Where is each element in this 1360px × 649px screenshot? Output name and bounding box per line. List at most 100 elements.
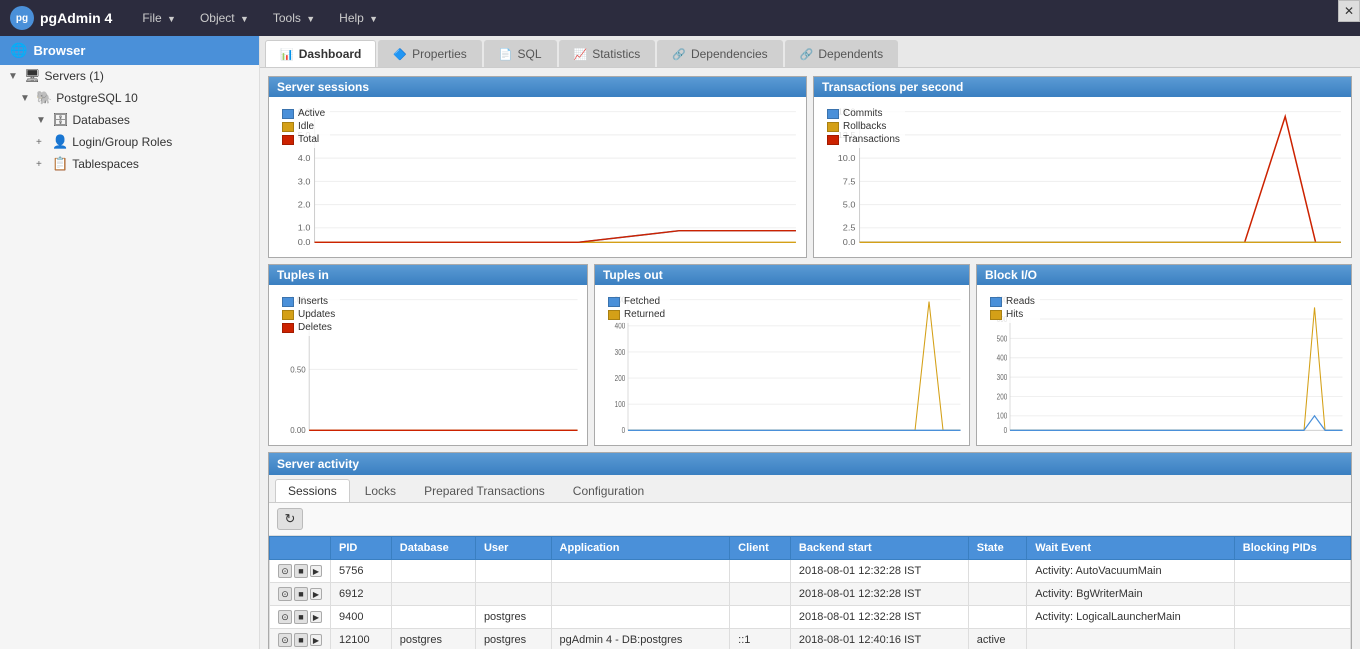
row-stop-btn[interactable]: ■ — [294, 587, 308, 601]
prepared-transactions-tab[interactable]: Prepared Transactions — [411, 479, 558, 502]
cell-blocking-pids — [1234, 560, 1350, 583]
cell-wait-event: Activity: LogicalLauncherMain — [1027, 606, 1235, 629]
file-menu[interactable]: File ▼ — [132, 7, 186, 29]
dependents-tab-label: Dependents — [818, 47, 883, 61]
object-menu[interactable]: Object ▼ — [190, 7, 259, 29]
cell-wait-event — [1027, 629, 1235, 649]
main-layout: 🌐 Browser ▼ 🖥 Servers (1) ▼ 🐘 PostgreSQL… — [0, 36, 1360, 649]
cell-client: ::1 — [730, 629, 791, 649]
dashboard-content: Server sessions Active Idle — [260, 68, 1360, 649]
row-stop-btn[interactable]: ■ — [294, 633, 308, 647]
svg-text:200: 200 — [997, 391, 1008, 401]
col-user[interactable]: User — [475, 537, 551, 560]
configuration-tab[interactable]: Configuration — [560, 479, 657, 502]
tab-dependencies[interactable]: 🔗 Dependencies — [657, 40, 782, 67]
legend-active: Active — [282, 108, 325, 119]
content-area: 📊 Dashboard 🔷 Properties 📄 SQL 📈 Statist… — [260, 36, 1360, 649]
row-expand-btn[interactable]: ▶ — [310, 588, 322, 600]
row-action-btn[interactable]: ⊙ — [278, 564, 292, 578]
row-stop-btn[interactable]: ■ — [294, 564, 308, 578]
refresh-button[interactable]: ↻ — [277, 508, 303, 530]
col-wait-event[interactable]: Wait Event — [1027, 537, 1235, 560]
cell-database — [391, 606, 475, 629]
col-application[interactable]: Application — [551, 537, 730, 560]
cell-state — [968, 560, 1026, 583]
sessions-tab[interactable]: Sessions — [275, 479, 350, 502]
col-state[interactable]: State — [968, 537, 1026, 560]
pg-label: PostgreSQL 10 — [56, 91, 138, 105]
app-icon: pg — [10, 6, 34, 30]
roles-icon: 👤 — [52, 134, 68, 150]
commits-label: Commits — [843, 108, 882, 119]
cell-pid: 12100 — [331, 629, 392, 649]
active-label: Active — [298, 108, 325, 119]
idle-color — [282, 122, 294, 132]
col-backend-start[interactable]: Backend start — [790, 537, 968, 560]
transactions-color — [827, 135, 839, 145]
app-logo: pg pgAdmin 4 — [10, 6, 112, 30]
row-action-btn[interactable]: ⊙ — [278, 633, 292, 647]
cell-user: postgres — [475, 629, 551, 649]
col-client[interactable]: Client — [730, 537, 791, 560]
col-controls — [270, 537, 331, 560]
activity-tabs: Sessions Locks Prepared Transactions Con… — [269, 475, 1351, 503]
app-title: pgAdmin 4 — [40, 10, 112, 26]
cell-client — [730, 583, 791, 606]
svg-text:500: 500 — [997, 333, 1008, 343]
row-controls: ⊙ ■ ▶ — [270, 629, 331, 649]
svg-text:100: 100 — [615, 399, 626, 409]
col-blocking-pids[interactable]: Blocking PIDs — [1234, 537, 1350, 560]
sidebar-item-servers[interactable]: ▼ 🖥 Servers (1) — [0, 65, 259, 87]
tuples-out-title: Tuples out — [595, 265, 969, 285]
svg-text:0: 0 — [622, 425, 626, 435]
row-action-btn[interactable]: ⊙ — [278, 587, 292, 601]
cell-user — [475, 560, 551, 583]
sidebar-item-databases[interactable]: ▼ 🗄 Databases — [0, 109, 259, 131]
legend-reads: Reads — [990, 296, 1035, 307]
help-menu[interactable]: Help ▼ — [329, 7, 388, 29]
col-pid[interactable]: PID — [331, 537, 392, 560]
cell-pid: 6912 — [331, 583, 392, 606]
topbar: pg pgAdmin 4 File ▼ Object ▼ Tools ▼ Hel… — [0, 0, 1360, 36]
tuples-out-legend: Fetched Returned — [603, 293, 670, 323]
table-row: ⊙ ■ ▶ 12100 postgres postgres pgAdmin 4 … — [270, 629, 1351, 649]
tab-statistics[interactable]: 📈 Statistics — [559, 40, 656, 67]
returned-color — [608, 310, 620, 320]
server-sessions-legend: Active Idle Total — [277, 105, 330, 148]
col-database[interactable]: Database — [391, 537, 475, 560]
row-action-btn[interactable]: ⊙ — [278, 610, 292, 624]
row-stop-btn[interactable]: ■ — [294, 610, 308, 624]
tools-menu[interactable]: Tools ▼ — [263, 7, 325, 29]
cell-application: pgAdmin 4 - DB:postgres — [551, 629, 730, 649]
dashboard-tab-label: Dashboard — [299, 47, 362, 61]
transactions-body: Commits Rollbacks Transactions — [814, 97, 1351, 257]
tab-dependents[interactable]: 🔗 Dependents — [785, 40, 898, 67]
svg-text:100: 100 — [997, 411, 1008, 421]
tab-sql[interactable]: 📄 SQL — [484, 40, 557, 67]
locks-tab[interactable]: Locks — [352, 479, 409, 502]
total-color — [282, 135, 294, 145]
svg-text:200: 200 — [615, 373, 626, 383]
sidebar-item-login-roles[interactable]: + 👤 Login/Group Roles — [0, 131, 259, 153]
row-expand-btn[interactable]: ▶ — [310, 611, 322, 623]
server-sessions-title: Server sessions — [269, 77, 806, 97]
legend-returned: Returned — [608, 309, 665, 320]
svg-text:0.0: 0.0 — [298, 237, 311, 247]
legend-deletes: Deletes — [282, 322, 335, 333]
server-activity-section: Server activity Sessions Locks Prepared … — [268, 452, 1352, 649]
total-label: Total — [298, 134, 319, 145]
cell-database — [391, 583, 475, 606]
legend-rollbacks: Rollbacks — [827, 121, 900, 132]
row-expand-btn[interactable]: ▶ — [310, 634, 322, 646]
fetched-color — [608, 297, 620, 307]
sidebar-item-postgresql[interactable]: ▼ 🐘 PostgreSQL 10 — [0, 87, 259, 109]
row-expand-btn[interactable]: ▶ — [310, 565, 322, 577]
dependencies-tab-icon: 🔗 — [672, 48, 686, 61]
cell-state — [968, 583, 1026, 606]
tab-properties[interactable]: 🔷 Properties — [378, 40, 481, 67]
tab-dashboard[interactable]: 📊 Dashboard — [265, 40, 376, 67]
cell-database — [391, 560, 475, 583]
legend-fetched: Fetched — [608, 296, 665, 307]
inserts-label: Inserts — [298, 296, 328, 307]
sidebar-item-tablespaces[interactable]: + 📋 Tablespaces — [0, 153, 259, 175]
